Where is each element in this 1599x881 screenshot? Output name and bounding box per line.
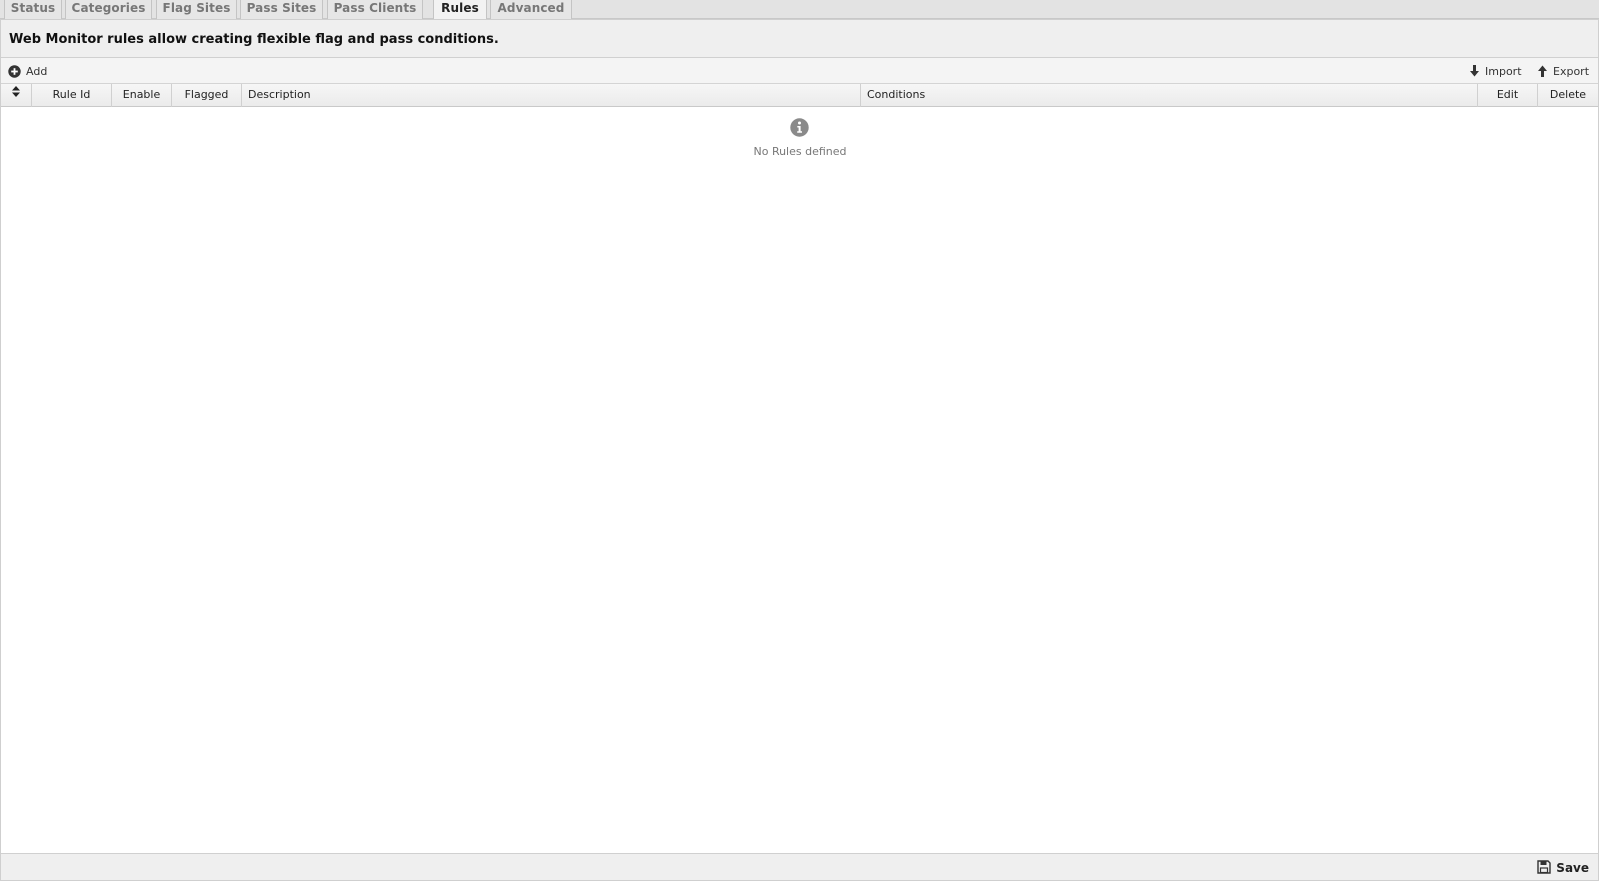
reorder-column-header[interactable] — [1, 84, 32, 107]
tab-categories[interactable]: Categories — [65, 0, 152, 19]
panel-description: Web Monitor rules allow creating flexibl… — [9, 32, 499, 47]
add-button[interactable]: Add — [8, 63, 47, 79]
import-button-label: Import — [1485, 64, 1522, 78]
grid-toolbar: Add Import Export — [1, 58, 1598, 84]
arrow-down-icon — [1469, 65, 1480, 77]
column-enable[interactable]: Enable — [112, 84, 172, 107]
tab-rules[interactable]: Rules — [433, 0, 487, 20]
rules-app: Status Categories Flag Sites Pass Sites … — [0, 0, 1599, 881]
tab-status[interactable]: Status — [4, 0, 62, 19]
rules-panel: Web Monitor rules allow creating flexibl… — [0, 19, 1599, 881]
footer-bar: Save — [1, 853, 1598, 880]
info-icon — [790, 118, 809, 137]
save-button[interactable]: Save — [1537, 859, 1589, 877]
save-button-label: Save — [1556, 861, 1589, 875]
column-delete[interactable]: Delete — [1538, 84, 1598, 107]
tab-advanced[interactable]: Advanced — [490, 0, 572, 19]
tab-pass-clients[interactable]: Pass Clients — [327, 0, 423, 19]
add-button-label: Add — [26, 64, 48, 78]
export-button[interactable]: Export — [1537, 63, 1589, 79]
sort-icon — [12, 84, 20, 105]
empty-state: No Rules defined — [1, 118, 1598, 158]
empty-message: No Rules defined — [753, 145, 847, 158]
floppy-disk-icon — [1537, 859, 1551, 877]
column-description[interactable]: Description — [242, 84, 861, 107]
plus-circle-icon — [8, 64, 21, 78]
column-flagged[interactable]: Flagged — [172, 84, 242, 107]
column-edit[interactable]: Edit — [1478, 84, 1538, 107]
column-rule-id[interactable]: Rule Id — [32, 84, 112, 107]
grid-header: Rule Id Enable Flagged Description Condi… — [1, 84, 1598, 107]
import-button[interactable]: Import — [1469, 63, 1522, 79]
column-conditions[interactable]: Conditions — [861, 84, 1478, 107]
arrow-up-icon — [1537, 65, 1548, 77]
tab-pass-sites[interactable]: Pass Sites — [240, 0, 323, 19]
description-bar: Web Monitor rules allow creating flexibl… — [1, 20, 1598, 58]
tab-bar: Status Categories Flag Sites Pass Sites … — [0, 0, 1599, 20]
tab-flag-sites[interactable]: Flag Sites — [156, 0, 237, 19]
export-button-label: Export — [1553, 64, 1590, 78]
